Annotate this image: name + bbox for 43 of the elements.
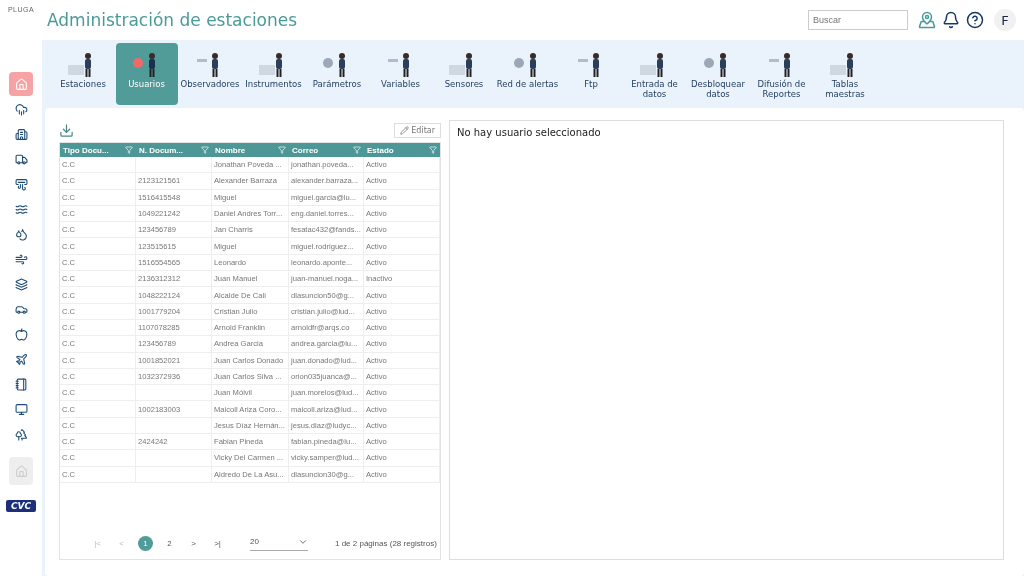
page-size-dropdown[interactable]: 20 [250,536,308,551]
avatar[interactable]: F [994,9,1016,31]
tab[interactable]: Entrada de datos [623,43,686,105]
tab[interactable]: Tablas maestras [814,43,876,105]
home-icon [14,77,28,91]
page-title: Administración de estaciones [47,10,299,30]
tab[interactable]: Difusión de Reportes [750,43,813,105]
layers-icon [14,277,28,291]
tab[interactable]: Ftp [560,43,622,105]
tab[interactable]: Desbloquear datos [687,43,749,105]
notification-icon[interactable] [942,11,960,29]
notebook-icon [14,377,28,391]
tab[interactable]: Red de alertas [496,43,559,105]
tab[interactable]: Sensores [433,43,495,105]
search-field[interactable]: Buscar [808,10,908,30]
map-icon[interactable] [918,11,936,29]
tab[interactable]: Variables [369,43,432,105]
edit-button[interactable]: Editar [394,122,441,138]
next-page-button[interactable]: > [186,536,201,551]
tab[interactable]: Estaciones [52,43,114,105]
wind-icon [14,252,28,266]
waves-icon [14,202,28,216]
monitor-icon [14,402,28,416]
last-page-button[interactable]: >| [210,536,225,551]
help-icon[interactable] [966,11,984,29]
logo: CVC [5,500,37,512]
tab[interactable]: Parámetros [306,43,368,105]
pencil-icon [400,125,410,135]
page-button[interactable]: 2 [162,536,177,551]
pagination-summary: 1 de 2 páginas (28 registros) [335,539,437,548]
truck-icon [14,152,28,166]
tab[interactable]: Observadores [179,43,241,105]
droplets-icon [14,227,28,241]
download-icon[interactable] [59,122,74,138]
buildings-icon [14,127,28,141]
cloud-rain-icon [14,102,28,116]
plane-icon [14,352,28,366]
air-unit-icon [14,177,28,191]
empty-message: No hay usuario seleccionado [457,127,602,138]
apple-icon [14,327,28,341]
trees-icon [14,427,28,441]
home-icon [14,464,28,478]
tab[interactable]: Instrumentos [242,43,305,105]
